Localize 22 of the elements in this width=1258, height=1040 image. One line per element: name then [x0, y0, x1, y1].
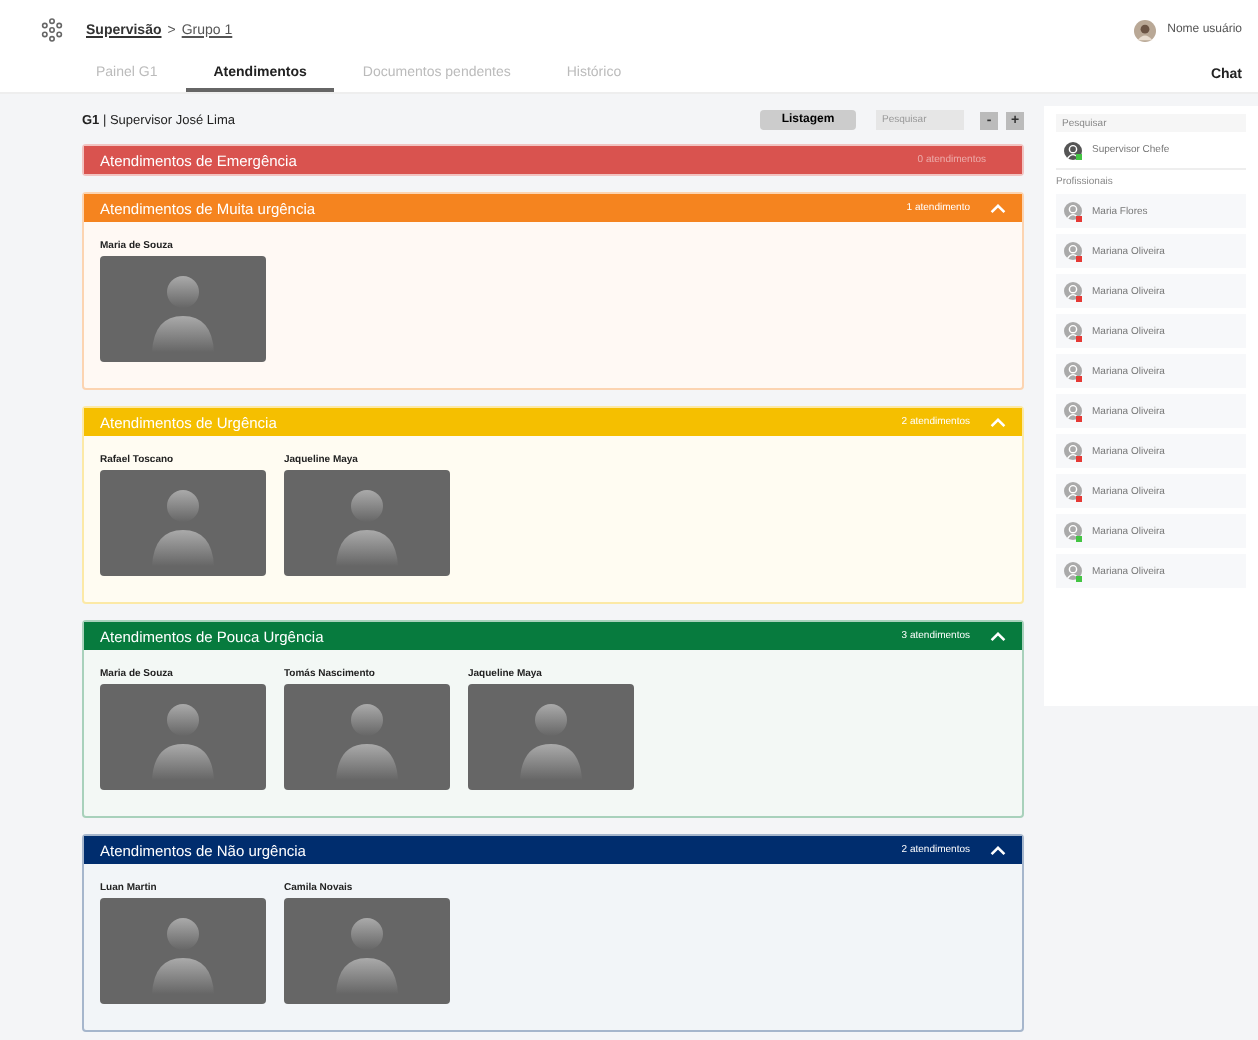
video-placeholder[interactable] — [468, 684, 634, 790]
avatar-icon — [1064, 482, 1082, 500]
avatar-icon — [1064, 202, 1082, 220]
avatar-icon — [1064, 442, 1082, 460]
avatar-icon — [1064, 522, 1082, 540]
video-placeholder[interactable] — [100, 256, 266, 362]
avatar-icon[interactable] — [1133, 19, 1156, 41]
video-placeholder[interactable] — [100, 898, 266, 1004]
avatar-icon — [1064, 282, 1082, 300]
avatar-icon — [1064, 141, 1082, 159]
avatar-icon — [1064, 322, 1082, 340]
collapse-icon[interactable] — [990, 845, 1006, 855]
avatar-icon — [1064, 362, 1082, 380]
logo-icon — [40, 18, 64, 42]
video-placeholder[interactable] — [100, 470, 266, 576]
video-placeholder[interactable] — [100, 684, 266, 790]
avatar-icon — [1064, 562, 1082, 580]
avatar-icon — [1064, 402, 1082, 420]
avatar-icon — [1064, 242, 1082, 260]
video-placeholder[interactable] — [284, 470, 450, 576]
video-placeholder[interactable] — [284, 684, 450, 790]
video-placeholder[interactable] — [284, 898, 450, 1004]
